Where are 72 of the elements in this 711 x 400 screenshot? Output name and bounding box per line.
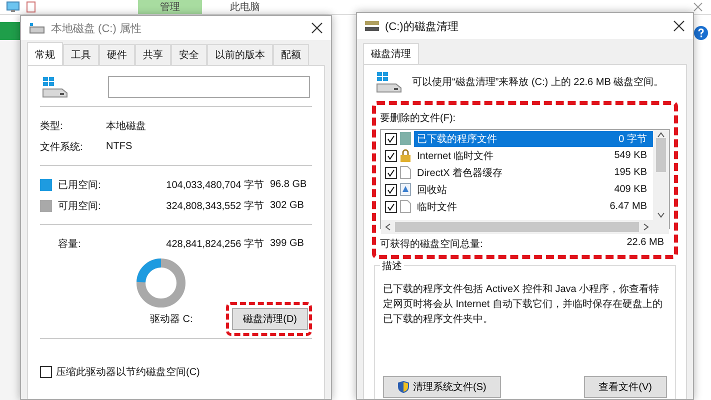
capacity-size: 399 GB xyxy=(270,238,304,249)
checkbox[interactable] xyxy=(385,184,397,196)
drive-icon xyxy=(42,76,68,98)
disk-cleanup-button[interactable]: 磁盘清理(D) xyxy=(232,308,308,330)
scroll-left-icon[interactable] xyxy=(385,223,391,231)
vertical-scrollbar[interactable] xyxy=(653,130,669,220)
window-title: (C:)的磁盘清理 xyxy=(385,20,460,34)
package-icon xyxy=(400,132,411,145)
window-title: 本地磁盘 (C:) 属性 xyxy=(51,22,142,36)
drive-icon xyxy=(29,22,45,34)
total-value: 22.6 MB xyxy=(626,237,664,250)
checkbox[interactable] xyxy=(40,366,52,378)
space-label: 可用空间: xyxy=(58,200,102,212)
ribbon-tab[interactable]: 管理 xyxy=(138,0,202,14)
checkbox[interactable] xyxy=(385,200,397,212)
cleanup-icon xyxy=(365,21,379,31)
field-label: 文件系统: xyxy=(40,140,84,154)
checkbox-label: 压缩此驱动器以节约磁盘空间(C) xyxy=(56,366,200,379)
total-label: 可获得的磁盘空间总量: xyxy=(380,238,483,251)
checkbox[interactable] xyxy=(385,150,397,162)
action-button[interactable]: 查看文件(V) xyxy=(584,376,667,398)
scroll-down-icon[interactable] xyxy=(657,212,665,218)
file-item[interactable]: DirectX 着色器缓存 195 KB xyxy=(414,164,653,180)
capacity-bytes: 428,841,824,256 字节 xyxy=(165,238,264,250)
capacity-label: 容量: xyxy=(58,238,82,250)
space-size: 302 GB xyxy=(270,200,304,211)
tab[interactable]: 硬件 xyxy=(99,44,135,65)
document-icon[interactable] xyxy=(26,1,36,13)
description-text: 已下载的程序文件包括 ActiveX 控件和 Java 小程序，你查看特定网页时将会从 Internet 自动下载它们，并临时保存在硬盘上的已下载的程序文件夹中。 xyxy=(383,282,664,327)
scroll-up-icon[interactable] xyxy=(657,132,665,138)
tab[interactable]: 磁盘清理 xyxy=(363,43,419,64)
file-icon xyxy=(400,166,411,179)
field-label: 类型: xyxy=(40,120,64,132)
close-icon[interactable] xyxy=(311,22,323,34)
checkbox[interactable] xyxy=(385,166,397,178)
field-value: 本地磁盘 xyxy=(106,120,147,132)
help-icon[interactable] xyxy=(694,26,708,40)
usage-donut xyxy=(136,258,186,308)
space-bytes: 104,033,480,704 字节 xyxy=(165,178,264,192)
tab[interactable]: 共享 xyxy=(135,44,171,65)
computer-icon[interactable] xyxy=(6,1,20,13)
tab[interactable]: 以前的版本 xyxy=(207,44,273,65)
checkbox[interactable] xyxy=(385,132,397,144)
space-bytes: 324,808,343,552 字节 xyxy=(165,200,264,212)
tab[interactable]: 常规 xyxy=(27,42,63,65)
files-label: 要删除的文件(F): xyxy=(380,113,456,124)
horizontal-scrollbar[interactable] xyxy=(381,220,669,234)
group-label: 描述 xyxy=(380,259,404,273)
file-item[interactable]: 已下载的程序文件 0 字节 xyxy=(414,130,653,146)
file-item[interactable]: 临时文件 6.47 MB xyxy=(414,198,653,214)
file-item[interactable]: 回收站 409 KB xyxy=(414,182,653,198)
space-size: 96.8 GB xyxy=(270,179,307,190)
shield-icon xyxy=(398,381,409,393)
drive-label: 驱动器 C: xyxy=(150,313,193,326)
ribbon-tab[interactable]: 此电脑 xyxy=(208,0,282,14)
scrollbar-thumb[interactable] xyxy=(656,138,666,172)
space-label: 已用空间: xyxy=(58,178,102,192)
tab[interactable]: 配额 xyxy=(273,44,309,65)
lock-icon xyxy=(400,149,411,162)
name-field[interactable] xyxy=(108,76,310,98)
action-button[interactable]: 清理系统文件(S) xyxy=(383,376,502,398)
tab[interactable]: 工具 xyxy=(63,44,99,65)
scroll-right-icon[interactable] xyxy=(643,223,649,231)
file-icon xyxy=(400,200,411,213)
scrollbar-thumb[interactable] xyxy=(395,222,639,232)
intro-text: 可以使用“磁盘清理”来释放 (C:) 上的 22.6 MB 磁盘空间。 xyxy=(412,76,664,89)
drive-icon xyxy=(376,71,402,93)
recycle-bin-icon xyxy=(400,183,411,196)
close-icon[interactable] xyxy=(673,20,685,32)
field-value: NTFS xyxy=(106,141,134,152)
tab[interactable]: 安全 xyxy=(171,44,207,65)
file-item[interactable]: Internet 临时文件 549 KB xyxy=(414,148,653,164)
